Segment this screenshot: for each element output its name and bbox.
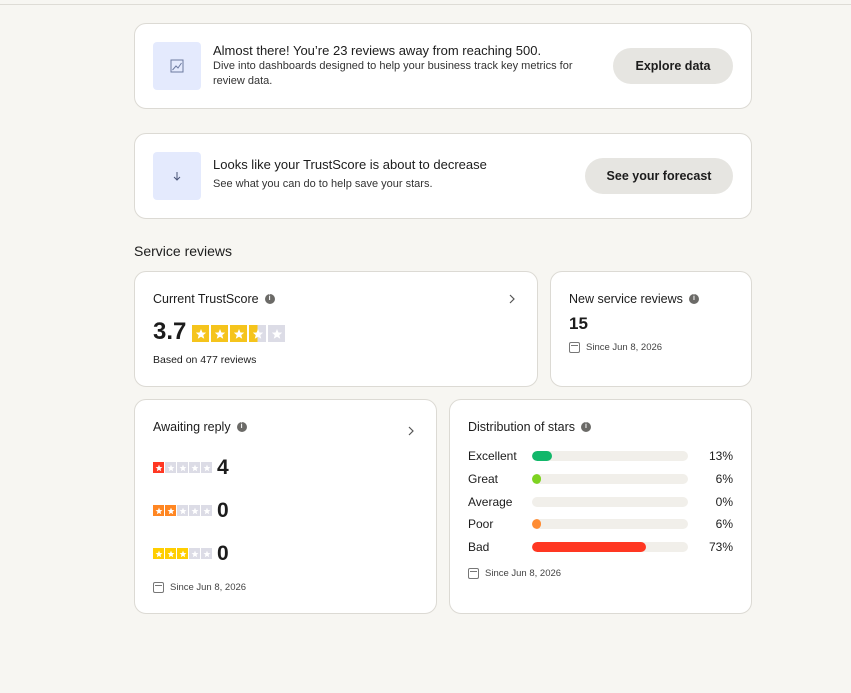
trend-chart-icon — [153, 42, 201, 90]
milestone-title: Almost there! You’re 23 reviews away fro… — [213, 43, 542, 58]
star-icon — [177, 462, 188, 473]
one-star-rating — [153, 462, 212, 473]
awaiting-reply-card[interactable]: Awaiting reply i 4 0 0 Since Jun 8, 2026 — [134, 399, 437, 614]
new-reviews-label: New service reviews — [569, 292, 683, 306]
star-icon — [153, 505, 164, 516]
distribution-bar-fill — [532, 451, 553, 461]
milestone-description: Dive into dashboards designed to help yo… — [213, 60, 573, 87]
star-icon — [268, 325, 285, 342]
calendar-icon — [569, 342, 580, 353]
star-icon — [201, 548, 212, 559]
distribution-row-label: Great — [468, 472, 499, 486]
star-icon — [189, 548, 200, 559]
forecast-title: Looks like your TrustScore is about to d… — [213, 157, 487, 172]
chevron-right-icon[interactable] — [505, 292, 519, 306]
arrow-down-icon — [153, 152, 201, 200]
distribution-bar-track — [532, 497, 688, 507]
new-reviews-count: 15 — [569, 314, 588, 333]
new-reviews-card: New service reviews i 15 Since Jun 8, 20… — [550, 271, 752, 387]
distribution-row-label: Excellent — [468, 449, 517, 463]
star-icon — [189, 505, 200, 516]
distribution-percent: 6% — [715, 472, 733, 486]
distribution-bar-fill — [532, 542, 646, 552]
distribution-bar-track — [532, 474, 688, 484]
forecast-banner: Looks like your TrustScore is about to d… — [134, 133, 752, 219]
star-icon — [177, 548, 188, 559]
star-icon — [211, 325, 228, 342]
distribution-row-label: Average — [468, 495, 513, 509]
info-icon[interactable]: i — [688, 294, 699, 304]
star-icon — [230, 325, 247, 342]
top-divider — [0, 4, 851, 5]
distribution-bar-track — [532, 519, 688, 529]
star-icon — [189, 462, 200, 473]
distribution-percent: 73% — [708, 540, 733, 554]
star-icon — [201, 462, 212, 473]
trustscore-label: Current TrustScore — [153, 292, 259, 306]
trustscore-value: 3.7 — [153, 318, 187, 345]
trustscore-card[interactable]: Current TrustScore i 3.7 Based on 477 re… — [134, 271, 538, 387]
distribution-bar-fill — [532, 474, 542, 484]
awaiting-reply-label: Awaiting reply — [153, 420, 231, 434]
star-icon — [177, 505, 188, 516]
explore-data-button[interactable]: Explore data — [613, 48, 733, 84]
star-icon — [201, 505, 212, 516]
distribution-percent: 0% — [715, 495, 733, 509]
distribution-bar-track — [532, 451, 688, 461]
star-icon — [165, 505, 176, 516]
since-date: Since Jun 8, 2026 — [586, 342, 663, 353]
distribution-row-label: Bad — [468, 540, 490, 554]
milestone-banner: Almost there! You’re 23 reviews away fro… — [134, 23, 752, 109]
calendar-icon — [468, 568, 479, 579]
trustscore-stars — [192, 325, 285, 342]
section-title: Service reviews — [134, 243, 233, 259]
info-icon[interactable]: i — [236, 422, 247, 432]
two-star-rating — [153, 505, 212, 516]
distribution-label: Distribution of stars — [468, 420, 575, 434]
info-icon[interactable]: i — [580, 422, 591, 432]
three-star-count[interactable]: 0 — [217, 542, 229, 566]
three-star-rating — [153, 548, 212, 559]
chevron-right-icon[interactable] — [404, 424, 418, 438]
one-star-count[interactable]: 4 — [217, 456, 229, 480]
star-icon — [153, 462, 164, 473]
star-icon — [249, 325, 266, 342]
info-icon[interactable]: i — [264, 294, 275, 304]
based-on-text: Based on 477 reviews — [153, 354, 257, 366]
distribution-percent: 6% — [715, 517, 733, 531]
star-icon — [165, 462, 176, 473]
distribution-bar-track — [532, 542, 688, 552]
forecast-description: See what you can do to help save your st… — [213, 178, 433, 190]
since-date: Since Jun 8, 2026 — [485, 568, 562, 579]
distribution-bar-fill — [532, 519, 542, 529]
star-icon — [165, 548, 176, 559]
star-icon — [192, 325, 209, 342]
star-icon — [153, 548, 164, 559]
distribution-card: Distribution of stars i Excellent 13% Gr… — [449, 399, 752, 614]
calendar-icon — [153, 582, 164, 593]
since-date: Since Jun 8, 2026 — [170, 582, 247, 593]
distribution-row-label: Poor — [468, 517, 494, 531]
see-forecast-button[interactable]: See your forecast — [585, 158, 733, 194]
distribution-percent: 13% — [708, 449, 733, 463]
two-star-count[interactable]: 0 — [217, 499, 229, 523]
